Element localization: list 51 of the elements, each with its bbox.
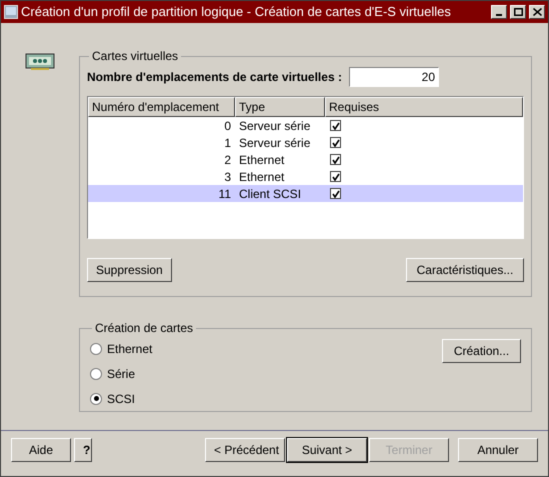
wizard-button[interactable]: Suivant > [287, 438, 367, 462]
check-icon [332, 172, 340, 180]
radio-button[interactable] [90, 342, 102, 354]
column-header[interactable]: Numéro d'emplacement [88, 97, 235, 117]
checkbox[interactable] [330, 188, 341, 199]
table-cell-text: 0 [223, 118, 232, 134]
delete-button[interactable]: Suppression [87, 258, 172, 282]
card-icon [25, 53, 55, 71]
maximize-icon [514, 8, 522, 16]
checkbox[interactable] [330, 171, 341, 182]
table-cell-text: 2 [223, 152, 232, 168]
radio-button[interactable] [90, 368, 102, 380]
slots-field[interactable]: 20 [349, 67, 439, 87]
slots-label: Nombre d'emplacements de carte virtuelles : [87, 69, 343, 86]
minimize-icon [496, 14, 502, 16]
checkbox[interactable] [330, 154, 341, 165]
table-cell-text: 1 [223, 134, 232, 152]
create-button[interactable]: Création... [442, 339, 521, 363]
column-header[interactable]: Requises [325, 97, 523, 117]
table-cell-text: Ethernet [238, 168, 286, 186]
minimize-button[interactable] [491, 5, 507, 19]
table-row[interactable]: 11 Client SCSI [88, 185, 523, 202]
properties-button[interactable]: Caractéristiques... [406, 258, 524, 282]
checkbox[interactable] [330, 137, 341, 148]
group-legend: Cartes virtuelles [89, 47, 182, 65]
table-cell-text: 3 [223, 168, 232, 186]
window-title: Création d'un profil de partition logique - Création de cartes d'E-S virtuelles [21, 3, 452, 22]
table-cell-text: Client SCSI [238, 186, 302, 202]
check-icon [332, 190, 340, 198]
close-button[interactable] [529, 5, 545, 19]
table-cell-text: 11 [218, 186, 232, 202]
radio-option[interactable]: SCSI [90, 389, 136, 408]
help-button[interactable]: Aide [11, 438, 71, 462]
radio-option[interactable]: Ethernet [90, 339, 152, 358]
close-icon [532, 8, 542, 16]
radio-button[interactable] [90, 392, 102, 404]
wizard-button[interactable]: Annuler [458, 438, 538, 462]
table-cell-text: Serveur série [238, 134, 312, 152]
window-icon [4, 5, 18, 19]
wizard-button[interactable]: < Précédent [205, 438, 285, 462]
check-icon [332, 122, 340, 130]
help-icon-button[interactable]: ? [74, 438, 92, 462]
column-header[interactable]: Type [235, 97, 325, 117]
table-cell-text: Ethernet [238, 152, 286, 168]
check-icon [332, 156, 340, 164]
group-legend: Création de cartes [92, 319, 196, 337]
radio-option[interactable]: Série [90, 364, 136, 383]
check-icon [332, 138, 340, 146]
table-cell-text: Serveur série [238, 118, 312, 134]
maximize-button[interactable] [510, 5, 526, 19]
checkbox[interactable] [330, 120, 341, 131]
